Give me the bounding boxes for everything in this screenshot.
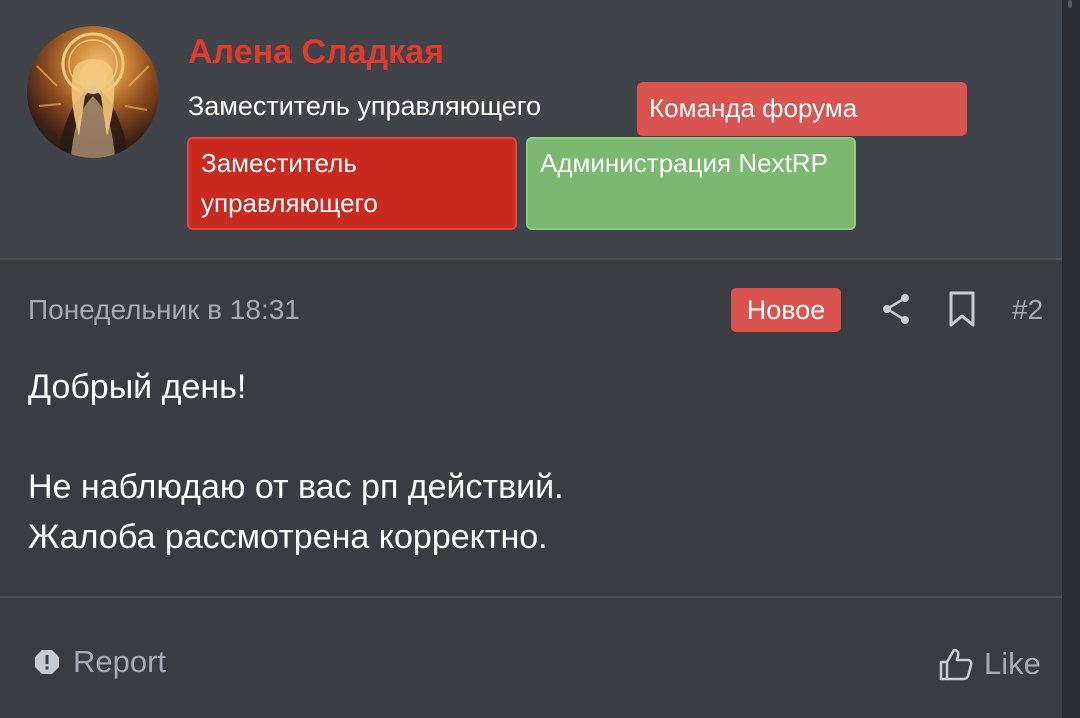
message-line — [28, 412, 1028, 462]
like-button[interactable]: Like — [938, 642, 1041, 686]
thumbs-up-icon — [939, 648, 973, 681]
user-banner-team: Команда форума — [637, 82, 967, 136]
bookmark-icon[interactable] — [948, 290, 976, 328]
share-icon[interactable] — [880, 292, 912, 326]
scrollbar-track[interactable] — [1060, 0, 1080, 718]
post-number-link[interactable]: #2 — [1012, 290, 1043, 330]
scrollbar-thumb[interactable] — [1068, 0, 1072, 8]
report-label: Report — [73, 644, 167, 679]
user-banner-deputy: Заместитель управляющего — [187, 137, 517, 230]
user-banner-admin: Администрация NextRP — [526, 137, 856, 230]
message-line: Не наблюдаю от вас рп действий. — [28, 468, 564, 506]
forum-post: Алена Сладкая Заместитель управляющего К… — [0, 0, 1062, 718]
username[interactable]: Алена Сладкая — [188, 30, 444, 74]
like-label: Like — [984, 646, 1041, 681]
message-line: Жалоба рассмотрена корректно. — [28, 518, 548, 556]
post-date[interactable]: Понедельник в 18:31 — [28, 290, 300, 330]
avatar[interactable] — [27, 26, 159, 158]
post-footer-divider — [0, 596, 1062, 598]
user-info-block: Алена Сладкая Заместитель управляющего К… — [0, 0, 1062, 260]
message-line: Добрый день! — [28, 368, 247, 406]
post-message: Добрый день! Не наблюдаю от вас рп дейст… — [28, 362, 1028, 562]
new-post-badge: Новое — [731, 288, 841, 332]
alert-icon — [35, 650, 59, 674]
user-title: Заместитель управляющего — [188, 91, 542, 121]
report-button[interactable]: Report — [33, 640, 166, 684]
